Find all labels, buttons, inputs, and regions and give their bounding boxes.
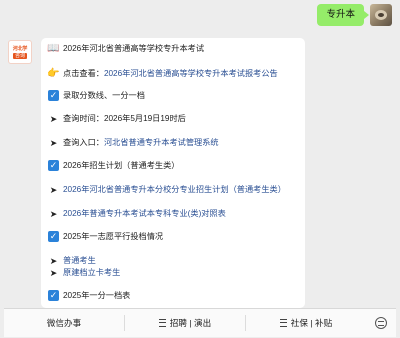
arrow-right-icon: ➤ (49, 255, 58, 266)
plan-link-line-2: ➤ 2026年普通专升本考试本专科专业(类)对照表 (48, 208, 226, 219)
keyboard-toggle-icon (375, 317, 387, 329)
menu-wechat-services-label: 微信办事 (46, 318, 82, 328)
pointing-hand-icon: 👉 (47, 67, 60, 79)
keyboard-toggle-button[interactable] (366, 309, 396, 337)
click-view-line: 👉 点击查看： 2026年河北省普通高等学校专升本考试报考公告 (47, 67, 278, 79)
plan-section-label: 2026年招生计划（普通考生类） (63, 160, 180, 170)
checkbox-icon: ✓ (48, 231, 59, 242)
major-comparison-link[interactable]: 2026年普通专升本考试本专科专业(类)对照表 (63, 209, 226, 219)
arrow-right-icon: ➤ (49, 184, 58, 195)
score-section-line: ✓ 2025年一分一档表 (48, 290, 130, 301)
plan-link-line-1: ➤ 2026年河北省普通专升本分校分专业招生计划（普通考生类） (48, 184, 286, 195)
volunteer-link-line-1: ➤ 普通考生 (48, 255, 96, 266)
query-entry-line: ➤ 查询入口： 河北省普通专升本考试管理系统 (48, 137, 219, 148)
admission-section-label: 录取分数线、一分一档 (63, 90, 145, 100)
menu-jobs-shows[interactable]: 招聘 | 演出 (125, 309, 245, 337)
arrow-right-icon: ➤ (49, 113, 58, 124)
volunteer-section-line: ✓ 2025年一志愿平行投档情况 (48, 231, 163, 242)
volunteer-section-label: 2025年一志愿平行投档情况 (63, 231, 164, 241)
bot-avatar-badge: 咨询 (12, 52, 27, 59)
user-message-row: 专升本 (317, 4, 392, 26)
hamburger-icon (158, 319, 166, 327)
bot-avatar-text: 河北学 (12, 45, 28, 52)
query-system-link[interactable]: 河北省普通专升本考试管理系统 (104, 138, 219, 148)
menu-social-security-label: 社保 | 补贴 (290, 318, 333, 328)
card-title-line: 📖 2026年河北省普通高等学校专升本考试 (47, 42, 205, 54)
menu-social-security[interactable]: 社保 | 补贴 (246, 309, 366, 337)
card-title: 2026年河北省普通高等学校专升本考试 (63, 43, 205, 53)
bot-avatar[interactable]: 河北学 咨询 (8, 40, 32, 64)
menu-jobs-shows-label: 招聘 | 演出 (169, 318, 212, 328)
menu-wechat-services[interactable]: 微信办事 (4, 309, 124, 337)
checkbox-icon: ✓ (48, 290, 59, 301)
arrow-right-icon: ➤ (49, 267, 58, 278)
bot-message-card: 📖 2026年河北省普通高等学校专升本考试 👉 点击查看： 2026年河北省普通… (41, 38, 305, 308)
bottom-menu-bar: 微信办事 招聘 | 演出 社保 | 补贴 (4, 308, 396, 337)
arrow-right-icon: ➤ (49, 208, 58, 219)
announcement-link[interactable]: 2026年河北省普通高等学校专升本考试报考公告 (104, 69, 278, 79)
arrow-right-icon: ➤ (49, 137, 58, 148)
checkbox-icon: ✓ (48, 160, 59, 171)
query-time-text: 查询时间：2026年5月19日19时后 (63, 113, 186, 123)
query-time-line: ➤ 查询时间：2026年5月19日19时后 (48, 113, 186, 124)
volunteer-link-line-2: ➤ 原建档立卡考生 (48, 267, 121, 278)
open-book-icon: 📖 (47, 42, 60, 54)
click-view-label: 点击查看： (63, 68, 104, 78)
checkbox-icon: ✓ (48, 90, 59, 101)
poverty-candidate-link[interactable]: 原建档立卡考生 (63, 268, 120, 278)
query-entry-label: 查询入口： (63, 137, 104, 147)
admission-section-line: ✓ 录取分数线、一分一档 (48, 90, 145, 101)
regular-candidate-link[interactable]: 普通考生 (63, 256, 96, 266)
user-message-bubble[interactable]: 专升本 (317, 4, 369, 26)
enrollment-plan-link[interactable]: 2026年河北省普通专升本分校分专业招生计划（普通考生类） (63, 185, 286, 195)
hamburger-icon (279, 319, 287, 327)
user-avatar[interactable] (370, 4, 392, 26)
plan-section-line: ✓ 2026年招生计划（普通考生类） (48, 160, 179, 171)
score-section-label: 2025年一分一档表 (63, 290, 131, 300)
